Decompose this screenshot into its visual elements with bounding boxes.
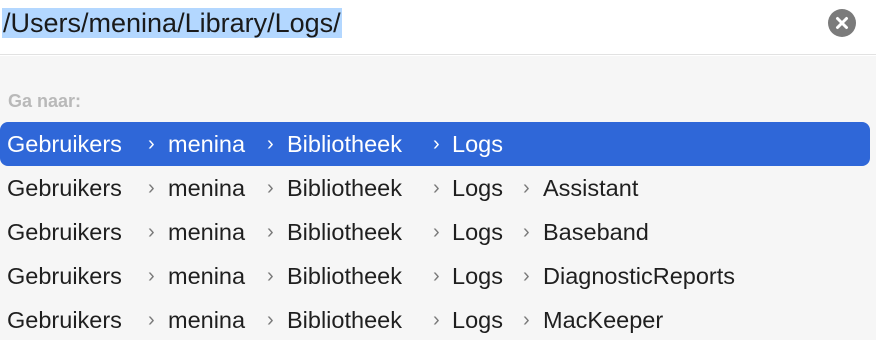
chevron-right-icon: › (148, 177, 155, 199)
path-segment: Gebruikers (7, 131, 122, 157)
result-row-baseband[interactable]: Gebruikers › menina › Bibliotheek › Logs… (0, 210, 870, 254)
chevron-right-icon: › (267, 221, 274, 243)
chevron-right-icon: › (433, 309, 440, 331)
chevron-right-icon: › (523, 221, 530, 243)
path-segment: Baseband (543, 219, 649, 245)
path-segment: Gebruikers (7, 175, 122, 201)
chevron-right-icon: › (523, 177, 530, 199)
path-segment: Logs (452, 175, 503, 201)
chevron-right-icon: › (267, 177, 274, 199)
path-input-value[interactable]: /Users/menina/Library/Logs/ (2, 8, 342, 38)
path-segment: Logs (452, 131, 503, 157)
chevron-right-icon: › (433, 133, 440, 155)
path-segment: Logs (452, 307, 503, 333)
chevron-right-icon: › (148, 309, 155, 331)
chevron-right-icon: › (148, 221, 155, 243)
path-segment: DiagnosticReports (543, 263, 736, 289)
chevron-right-icon: › (433, 177, 440, 199)
chevron-right-icon: › (148, 265, 155, 287)
path-segment: Bibliotheek (287, 175, 402, 201)
results-panel: Ga naar: Gebruikers › menina › Bibliothe… (0, 56, 876, 340)
result-row-assistant[interactable]: Gebruikers › menina › Bibliotheek › Logs… (0, 166, 870, 210)
path-segment: menina (168, 263, 246, 289)
path-segment: Bibliotheek (287, 131, 402, 157)
chevron-right-icon: › (267, 309, 274, 331)
clear-button[interactable] (828, 9, 856, 37)
path-segment: MacKeeper (543, 307, 664, 333)
path-segment: menina (168, 131, 246, 157)
path-segment: Logs (452, 263, 503, 289)
path-segment: menina (168, 307, 246, 333)
path-segment: Bibliotheek (287, 307, 402, 333)
path-segment: Logs (452, 219, 503, 245)
path-segment: Bibliotheek (287, 219, 402, 245)
chevron-right-icon: › (267, 133, 274, 155)
go-to-folder-bar: /Users/menina/Library/Logs/ (0, 0, 876, 55)
path-segment: Bibliotheek (287, 263, 402, 289)
result-row-mackeeper[interactable]: Gebruikers › menina › Bibliotheek › Logs… (0, 298, 870, 342)
section-header: Ga naar: (8, 91, 82, 111)
path-segment: Gebruikers (7, 307, 122, 333)
path-segment: Gebruikers (7, 263, 122, 289)
chevron-right-icon: › (433, 221, 440, 243)
chevron-right-icon: › (148, 133, 155, 155)
path-input[interactable]: /Users/menina/Library/Logs/ (2, 6, 342, 40)
chevron-right-icon: › (433, 265, 440, 287)
xmark-circle-fill-icon (836, 17, 848, 29)
path-segment: Assistant (543, 175, 639, 201)
result-row-logs[interactable]: Gebruikers › menina › Bibliotheek › Logs (0, 122, 870, 166)
path-segment: Gebruikers (7, 219, 122, 245)
path-segment: menina (168, 175, 246, 201)
path-segment: menina (168, 219, 246, 245)
result-row-diagnosticreports[interactable]: Gebruikers › menina › Bibliotheek › Logs… (0, 254, 870, 298)
chevron-right-icon: › (523, 309, 530, 331)
chevron-right-icon: › (523, 265, 530, 287)
chevron-right-icon: › (267, 265, 274, 287)
